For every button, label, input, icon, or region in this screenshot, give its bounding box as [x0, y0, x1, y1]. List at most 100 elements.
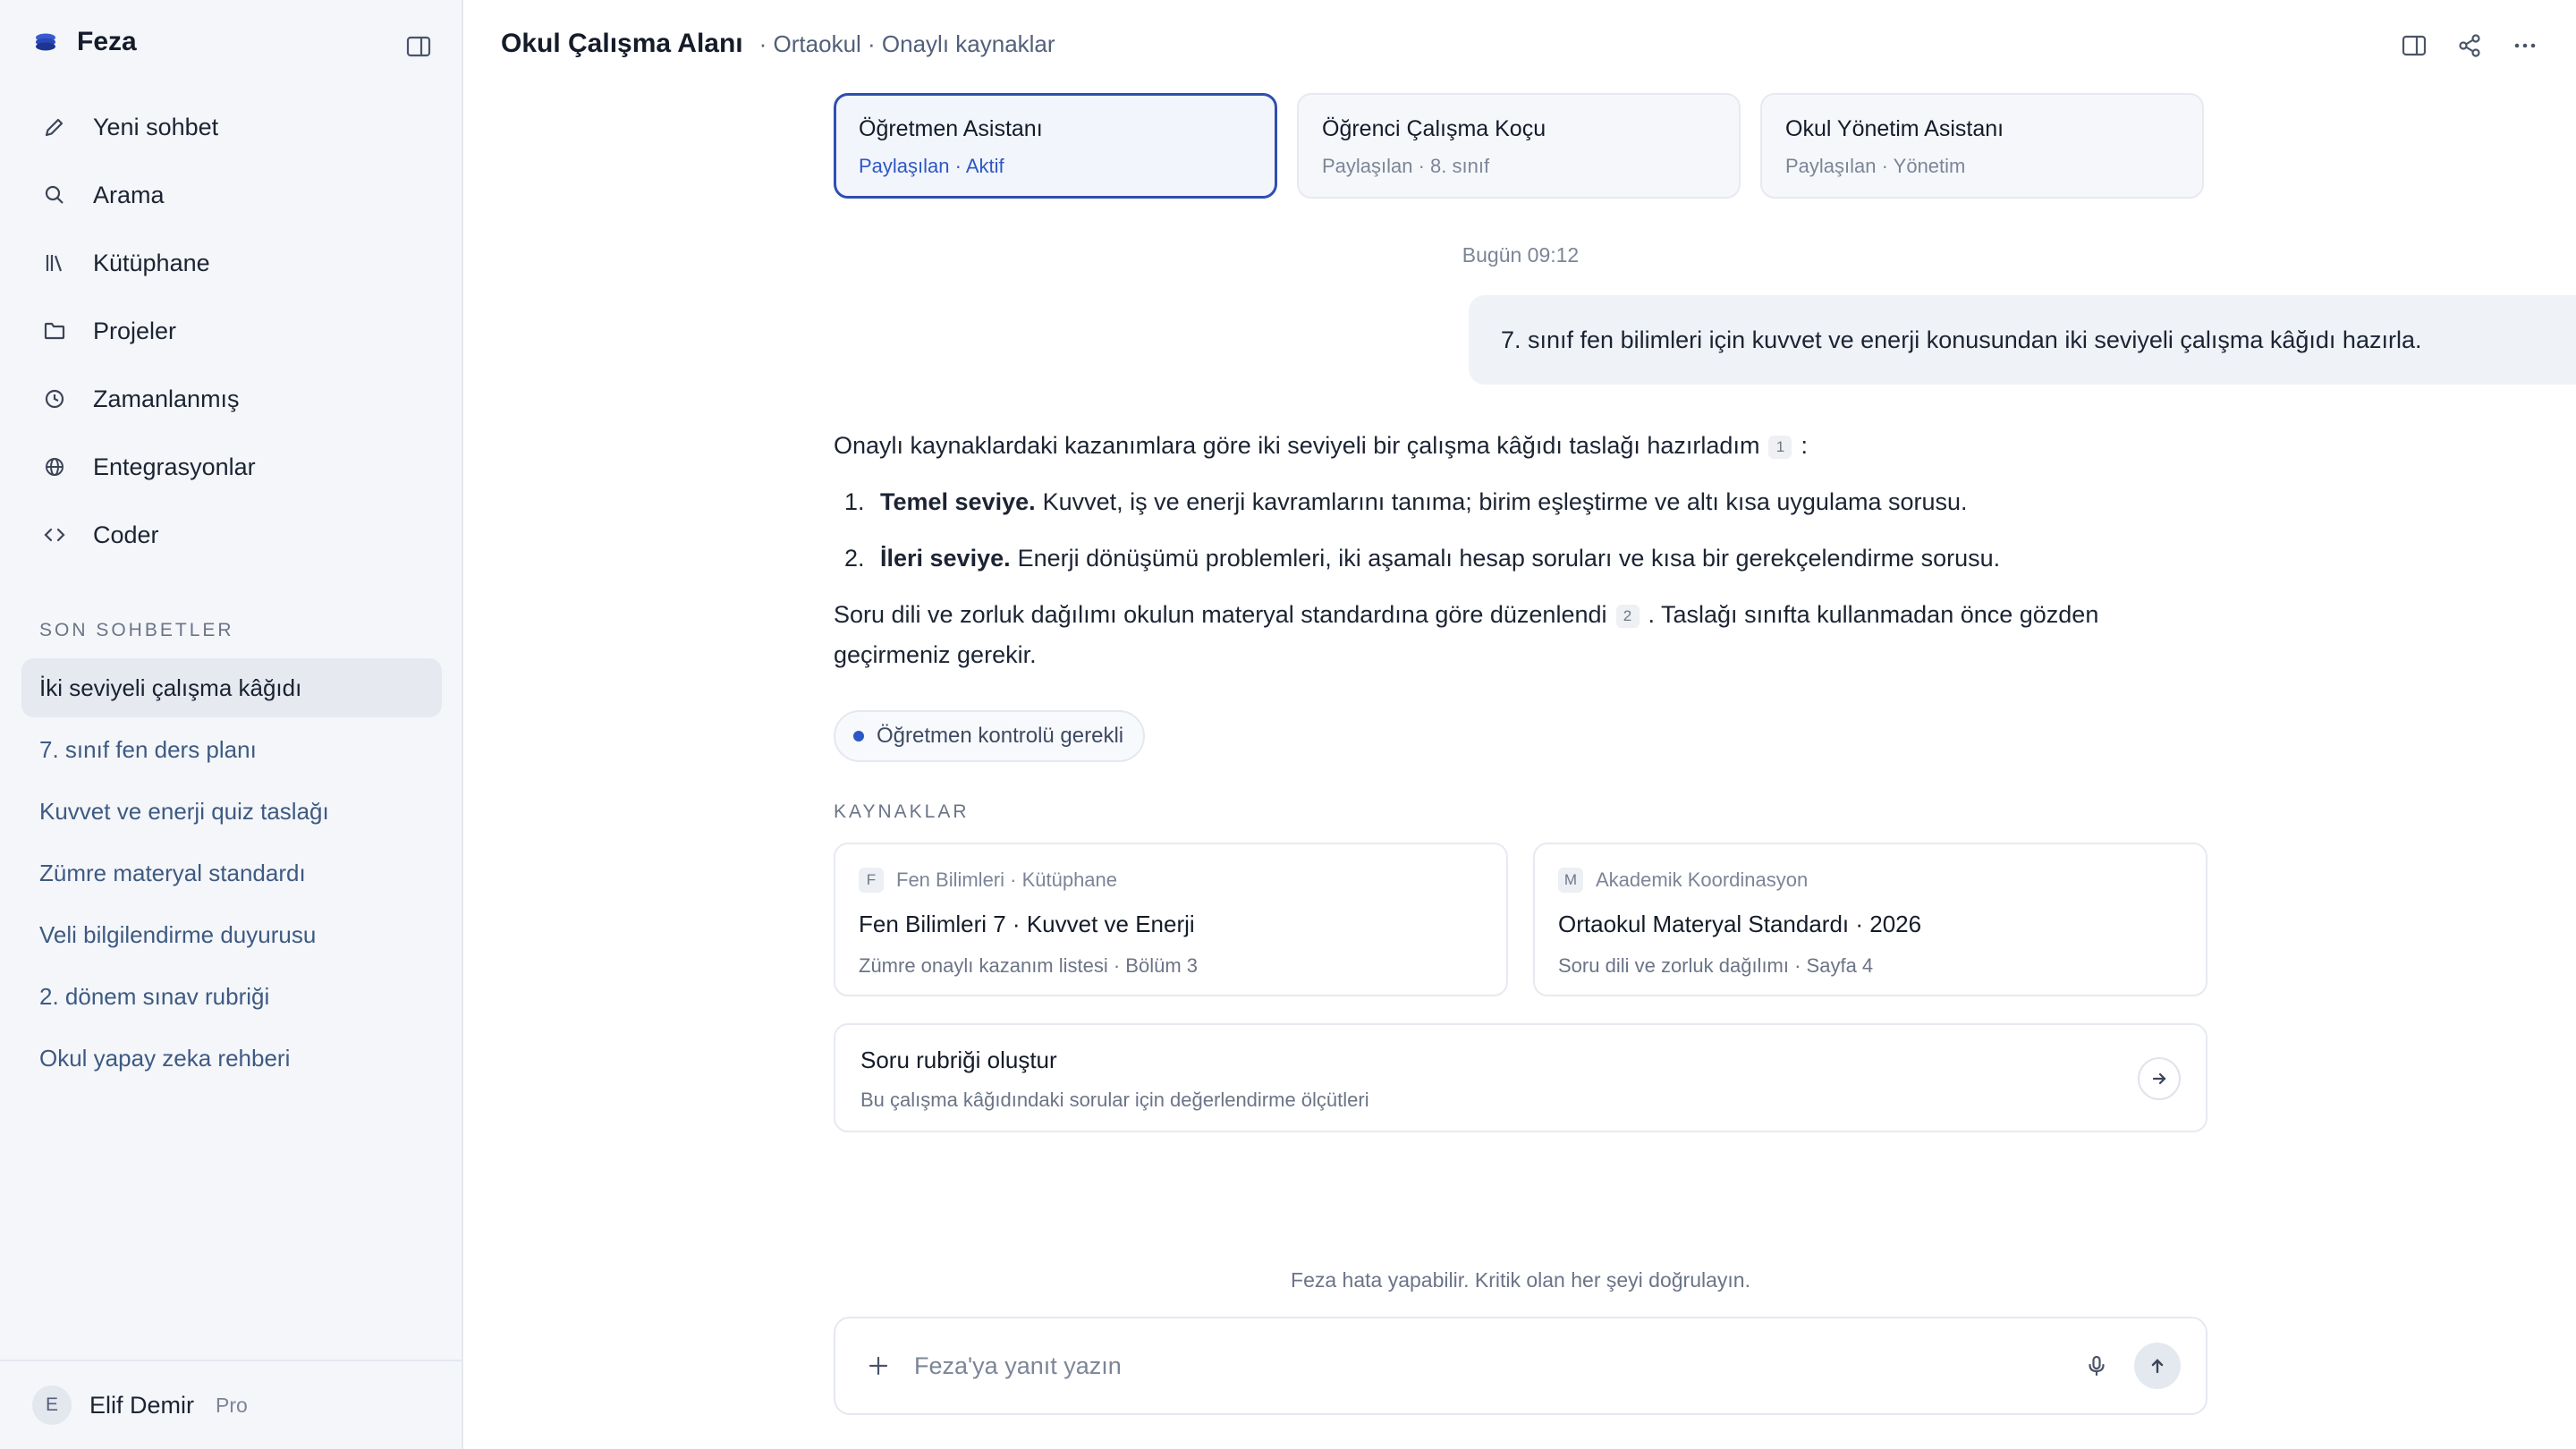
microphone-icon[interactable] — [2079, 1348, 2114, 1384]
source-title: Fen Bilimleri 7 · Kuvvet ve Enerji — [859, 911, 1195, 937]
source-header: M Akademik Koordinasyon — [1558, 868, 2206, 893]
assistant-name: Okul Yönetim Asistanı — [1785, 116, 2004, 141]
user-message: 7. sınıf fen bilimleri için kuvvet ve en… — [1469, 295, 2576, 385]
source-origin: Akademik Koordinasyon — [1596, 869, 1809, 891]
citation-marker[interactable]: 1 — [1768, 435, 1792, 459]
message-input[interactable] — [914, 1352, 2079, 1380]
share-icon[interactable] — [2453, 29, 2487, 63]
recent-chats-list: İki seviyeli çalışma kâğıdı 7. sınıf fen… — [21, 658, 442, 1090]
source-card[interactable]: F Fen Bilimleri · Kütüphane Fen Bilimler… — [834, 843, 1508, 996]
list-number: 1. — [844, 488, 865, 515]
brand[interactable]: Feza — [32, 27, 137, 57]
list-item: 2. İleri seviye. Enerji dönüşümü probleml… — [844, 538, 2211, 579]
assistant-card-school-admin[interactable]: Okul Yönetim Asistanı Paylaşılan · Yönet… — [1760, 93, 2204, 199]
list-item-title: İleri seviye. — [880, 545, 1011, 572]
feza-logo-icon — [32, 29, 59, 55]
suggestion-subtitle: Bu çalışma kâğıdındaki sorular için değe… — [860, 1089, 1369, 1111]
sidebar-item-label: Projeler — [93, 317, 177, 344]
source-card[interactable]: M Akademik Koordinasyon Ortaokul Materya… — [1533, 843, 2207, 996]
answer-intro: Onaylı kaynaklardaki kazanımlara göre ik… — [834, 426, 2211, 466]
header-actions — [2397, 29, 2542, 63]
arrow-up-icon — [2151, 1359, 2164, 1374]
clock-icon — [41, 386, 68, 412]
answer-list: 1. Temel seviye. Kuvvet, iş ve enerji kav… — [844, 482, 2211, 579]
app-name: Feza — [77, 27, 137, 56]
workspace-header: Okul Çalışma Alanı · Ortaokul · Onaylı k… — [501, 29, 1055, 59]
more-options-icon[interactable] — [2508, 29, 2542, 63]
suggestion-title: Soru rubriği oluştur — [860, 1046, 1057, 1073]
answer-intro-text: Onaylı kaynaklardaki kazanımlara göre ik… — [834, 432, 1760, 459]
recent-chat-item[interactable]: İki seviyeli çalışma kâğıdı — [21, 658, 442, 717]
source-letter-icon: F — [859, 868, 884, 893]
sidebar-item-search[interactable]: Arama — [21, 161, 442, 229]
source-letter-icon: M — [1558, 868, 1583, 893]
source-origin: Fen Bilimleri · Kütüphane — [896, 869, 1118, 891]
list-item-text: Kuvvet, iş ve enerji kavramlarını tanıma… — [1042, 488, 1968, 515]
answer-outro-text: Soru dili ve zorluk dağılımı okulun mate… — [834, 601, 1607, 628]
source-detail: Zümre onaylı kazanım listesi · Bölüm 3 — [859, 954, 1199, 977]
recent-chat-item[interactable]: 7. sınıf fen ders planı — [21, 720, 442, 779]
sidebar-item-label: Kütüphane — [93, 249, 210, 276]
recent-chat-item[interactable]: Veli bilgilendirme duyurusu — [21, 905, 442, 964]
sidebar-item-label: Entegrasyonlar — [93, 453, 256, 480]
status-dot-icon — [853, 731, 864, 741]
sidebar-item-integrations[interactable]: Entegrasyonlar — [21, 433, 442, 501]
user-plan-badge: Pro — [216, 1393, 248, 1417]
answer-intro-end: : — [1801, 432, 1808, 459]
sidebar-item-coder[interactable]: Coder — [21, 501, 442, 569]
search-icon — [41, 182, 68, 208]
arrow-right-icon[interactable] — [2138, 1057, 2181, 1100]
sidebar-item-label: Yeni sohbet — [93, 113, 219, 140]
user-name: Elif Demir — [89, 1391, 195, 1419]
assistant-name: Öğrenci Çalışma Koçu — [1322, 116, 1546, 141]
code-icon — [41, 521, 68, 548]
assistant-meta: Paylaşılan · 8. sınıf — [1322, 155, 1490, 177]
list-item-title: Temel seviye. — [880, 488, 1036, 515]
suggestion-card[interactable]: Soru rubriği oluştur Bu çalışma kâğıdınd… — [834, 1023, 2207, 1132]
page-title: Okul Çalışma Alanı — [501, 29, 743, 58]
citation-marker[interactable]: 2 — [1615, 604, 1640, 628]
source-title: Ortaokul Materyal Standardı · 2026 — [1558, 911, 1922, 937]
sidebar-item-label: Arama — [93, 181, 165, 208]
recent-chat-item[interactable]: Okul yapay zeka rehberi — [21, 1029, 442, 1088]
recent-chat-item[interactable]: 2. dönem sınav rubriği — [21, 967, 442, 1026]
answer-outro: Soru dili ve zorluk dağılımı okulun mate… — [834, 595, 2211, 675]
sidebar-item-scheduled[interactable]: Zamanlanmış — [21, 365, 442, 433]
avatar: E — [32, 1385, 72, 1425]
message-composer — [834, 1317, 2207, 1415]
recent-chat-item[interactable]: Zümre materyal standardı — [21, 843, 442, 902]
status-badge-label: Öğretmen kontrolü gerekli — [877, 724, 1124, 748]
plus-icon[interactable] — [862, 1350, 894, 1382]
recents-title: SON SOHBETLER — [39, 620, 234, 640]
sidebar-nav: Yeni sohbet Arama Kütüphane Projeler Zam… — [21, 93, 442, 569]
message-timestamp: Bugün 09:12 — [1462, 243, 1580, 267]
assistant-selector: Öğretmen Asistanı Paylaşılan · Aktif Öğr… — [834, 93, 2204, 199]
recent-chat-item[interactable]: Kuvvet ve enerji quiz taslağı — [21, 782, 442, 841]
library-icon — [41, 250, 68, 276]
folder-icon — [41, 318, 68, 344]
globe-icon — [41, 453, 68, 480]
sidebar-item-new-chat[interactable]: Yeni sohbet — [21, 93, 442, 161]
list-item: 1. Temel seviye. Kuvvet, iş ve enerji kav… — [844, 482, 2211, 522]
assistant-meta: Paylaşılan · Aktif — [859, 155, 1004, 177]
sidebar-item-projects[interactable]: Projeler — [21, 297, 442, 365]
sidebar-toggle-icon[interactable] — [402, 30, 435, 63]
main-panel: Okul Çalışma Alanı · Ortaokul · Onaylı k… — [463, 0, 2576, 1449]
send-button[interactable] — [2134, 1343, 2181, 1389]
assistant-message: Onaylı kaynaklardaki kazanımlara göre ik… — [834, 426, 2211, 675]
source-detail: Soru dili ve zorluk dağılımı · Sayfa 4 — [1558, 954, 1874, 977]
page-subtitle: · Ortaokul · Onaylı kaynaklar — [758, 30, 1055, 57]
panel-toggle-icon[interactable] — [2397, 29, 2431, 63]
assistant-name: Öğretmen Asistanı — [859, 116, 1043, 141]
sidebar-item-label: Zamanlanmış — [93, 385, 240, 412]
disclaimer: Feza hata yapabilir. Kritik olan her şey… — [1291, 1268, 1750, 1292]
assistant-card-student-coach[interactable]: Öğrenci Çalışma Koçu Paylaşılan · 8. sın… — [1297, 93, 1741, 199]
sources-list: F Fen Bilimleri · Kütüphane Fen Bilimler… — [834, 843, 2207, 996]
source-header: F Fen Bilimleri · Kütüphane — [859, 868, 1506, 893]
assistant-card-teacher[interactable]: Öğretmen Asistanı Paylaşılan · Aktif — [834, 93, 1277, 199]
sidebar-item-label: Coder — [93, 521, 159, 548]
sources-title: KAYNAKLAR — [834, 801, 970, 822]
sidebar: Feza Yeni sohbet Arama Kütüphane Projele… — [0, 0, 463, 1449]
sidebar-item-library[interactable]: Kütüphane — [21, 229, 442, 297]
user-profile[interactable]: E Elif Demir Pro — [0, 1360, 462, 1449]
